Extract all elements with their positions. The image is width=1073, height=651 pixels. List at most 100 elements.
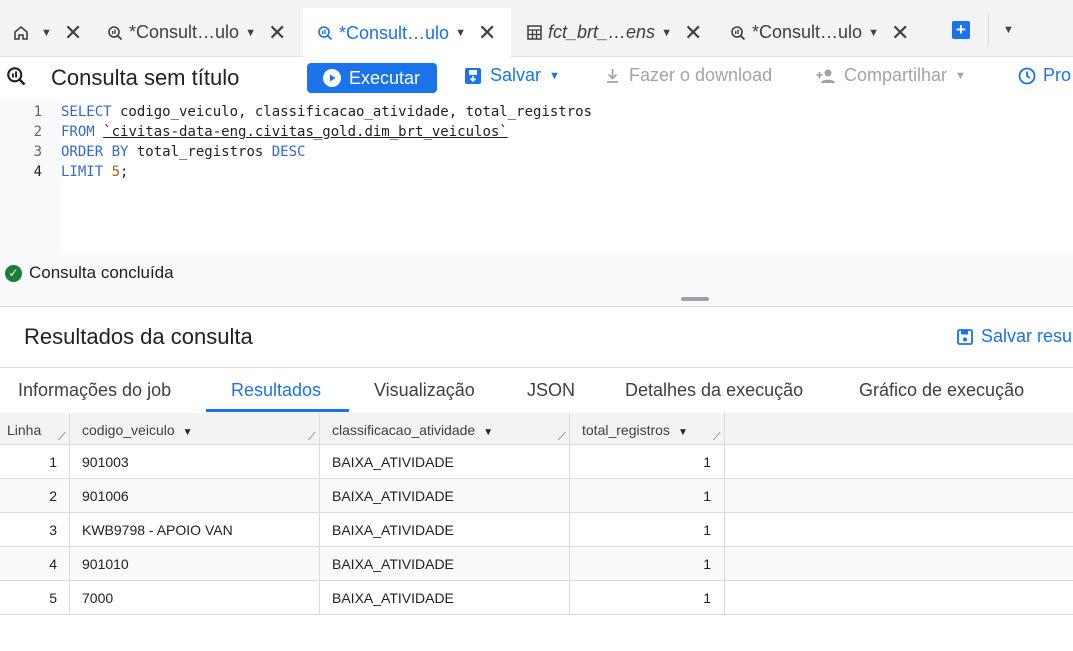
table-row[interactable]: 1 901003 BAIXA_ATIVIDADE 1 — [0, 445, 1073, 479]
save-icon — [464, 67, 482, 85]
tab-label: *Consult…ulo — [752, 22, 863, 42]
status-bar: ✓ Consulta concluída — [0, 255, 1073, 307]
cell-codigo-veiculo[interactable]: 7000 — [82, 590, 113, 606]
row-number: 1 — [49, 454, 57, 470]
save-results-button[interactable]: Salvar resu — [957, 326, 1072, 347]
resize-handle[interactable] — [681, 297, 709, 301]
cell-classificacao[interactable]: BAIXA_ATIVIDADE — [332, 488, 454, 504]
column-header[interactable]: codigo_veiculo ▼ — [82, 413, 193, 445]
column-resize-icon[interactable]: ⟋ — [308, 431, 316, 444]
sql-keyword: ORDER BY — [61, 144, 129, 160]
cell-classificacao[interactable]: BAIXA_ATIVIDADE — [332, 454, 454, 470]
chevron-down-icon[interactable]: ▼ — [245, 27, 256, 39]
sql-text: total_registros — [128, 144, 272, 160]
schedule-button[interactable]: Pro — [1018, 65, 1071, 86]
download-button[interactable]: Fazer o download — [604, 65, 772, 86]
cell-classificacao[interactable]: BAIXA_ATIVIDADE — [332, 590, 454, 606]
cell-codigo-veiculo[interactable]: 901006 — [82, 488, 129, 504]
run-button[interactable]: Executar — [307, 63, 437, 93]
close-icon[interactable]: ✕ — [64, 21, 82, 44]
play-icon — [323, 69, 341, 87]
close-icon[interactable]: ✕ — [478, 22, 496, 44]
sql-editor[interactable]: 1 2 3 4 SELECT codigo_veiculo, classific… — [0, 100, 1073, 255]
sql-text: ; — [120, 164, 129, 180]
code-line: SELECT codigo_veiculo, classificacao_ati… — [61, 104, 592, 120]
chevron-down-icon[interactable]: ▼ — [455, 27, 466, 39]
page-title: Consulta sem título — [51, 65, 240, 90]
close-icon[interactable]: ✕ — [268, 21, 286, 44]
column-label: codigo_veiculo — [82, 422, 175, 438]
tab-job-info[interactable]: Informações do job — [18, 380, 171, 401]
table-row[interactable]: 5 7000 BAIXA_ATIVIDADE 1 — [0, 581, 1073, 615]
tab-execution-details[interactable]: Detalhes da execução — [625, 380, 803, 401]
column-header[interactable]: classificacao_atividade ▼ — [332, 413, 493, 445]
add-person-icon — [816, 68, 836, 84]
table-reference[interactable]: `civitas-data-eng.civitas_gold.dim_brt_v… — [103, 124, 508, 140]
tab-bar: ▼ ✕ *Consult…ulo ▼ ✕ *Consult…ulo ▼ ✕ fc… — [0, 0, 1073, 58]
sql-keyword: LIMIT — [61, 164, 104, 180]
row-number: 3 — [49, 522, 57, 538]
cell-classificacao[interactable]: BAIXA_ATIVIDADE — [332, 556, 454, 572]
status-message: ✓ Consulta concluída — [5, 263, 174, 283]
download-label: Fazer o download — [629, 65, 773, 85]
chevron-down-icon[interactable]: ▼ — [868, 27, 879, 39]
column-divider — [724, 413, 725, 614]
save-button[interactable]: Salvar ▼ — [464, 65, 560, 86]
close-icon[interactable]: ✕ — [891, 21, 909, 44]
column-resize-icon[interactable]: ⟋ — [558, 431, 566, 444]
results-tabs: Informações do job Resultados Visualizaç… — [0, 368, 1073, 413]
sql-text: codigo_veiculo, classificacao_atividade,… — [111, 104, 593, 120]
cell-total-registros[interactable]: 1 — [570, 590, 711, 606]
chevron-down-icon[interactable]: ▼ — [41, 27, 52, 39]
chevron-down-icon: ▼ — [549, 69, 560, 82]
query-icon — [316, 24, 334, 42]
run-label: Executar — [349, 67, 421, 88]
column-divider — [69, 413, 70, 614]
code-line: ORDER BY total_registros DESC — [61, 144, 305, 160]
cell-codigo-veiculo[interactable]: 901003 — [82, 454, 129, 470]
cell-codigo-veiculo[interactable]: KWB9798 - APOIO VAN — [82, 522, 233, 538]
tab-visualization[interactable]: Visualização — [374, 380, 475, 401]
schedule-label: Pro — [1043, 65, 1072, 85]
chevron-down-icon[interactable]: ▼ — [678, 427, 688, 438]
column-resize-icon[interactable]: ⟋ — [58, 431, 66, 444]
tab-execution-graph[interactable]: Gráfico de execução — [859, 380, 1024, 401]
row-number: 2 — [49, 488, 57, 504]
cell-total-registros[interactable]: 1 — [570, 454, 711, 470]
share-label: Compartilhar — [844, 65, 948, 85]
chevron-down-icon[interactable]: ▼ — [183, 427, 193, 438]
cell-total-registros[interactable]: 1 — [570, 488, 711, 504]
close-icon[interactable]: ✕ — [684, 21, 702, 44]
code-line: FROM `civitas-data-eng.civitas_gold.dim_… — [61, 124, 508, 140]
clock-icon — [1018, 67, 1036, 85]
tab-results[interactable]: Resultados — [231, 380, 321, 401]
share-button[interactable]: Compartilhar ▼ — [816, 65, 966, 86]
new-tab-button[interactable]: + — [952, 21, 970, 39]
cell-total-registros[interactable]: 1 — [570, 522, 711, 538]
cell-codigo-veiculo[interactable]: 901010 — [82, 556, 129, 572]
query-icon — [106, 24, 124, 42]
row-number: 5 — [49, 590, 57, 606]
tab-table[interactable]: fct_brt_…ens ▼ ✕ — [525, 8, 702, 57]
column-resize-icon[interactable]: ⟋ — [713, 431, 721, 444]
column-header[interactable]: total_registros ▼ — [582, 413, 688, 445]
tab-query-active[interactable]: *Consult…ulo ▼ ✕ — [303, 8, 511, 58]
tab-query-3[interactable]: *Consult…ulo ▼ ✕ — [729, 8, 909, 57]
tab-label: *Consult…ulo — [339, 22, 450, 43]
chevron-down-icon[interactable]: ▼ — [661, 27, 672, 39]
table-row[interactable]: 4 901010 BAIXA_ATIVIDADE 1 — [0, 547, 1073, 581]
results-title: Resultados da consulta — [24, 324, 253, 349]
column-divider — [319, 413, 320, 614]
sql-keyword: FROM — [61, 124, 95, 140]
sql-keyword: DESC — [271, 144, 306, 160]
tab-query-1[interactable]: *Consult…ulo ▼ ✕ — [106, 8, 286, 57]
cell-classificacao[interactable]: BAIXA_ATIVIDADE — [332, 522, 454, 538]
save-results-label: Salvar resu — [981, 326, 1073, 346]
tab-home[interactable]: ▼ ✕ — [12, 8, 82, 57]
chevron-down-icon[interactable]: ▼ — [1003, 24, 1014, 36]
cell-total-registros[interactable]: 1 — [570, 556, 711, 572]
chevron-down-icon[interactable]: ▼ — [483, 427, 493, 438]
tab-json[interactable]: JSON — [527, 380, 575, 401]
table-row[interactable]: 3 KWB9798 - APOIO VAN BAIXA_ATIVIDADE 1 — [0, 513, 1073, 547]
table-row[interactable]: 2 901006 BAIXA_ATIVIDADE 1 — [0, 479, 1073, 513]
